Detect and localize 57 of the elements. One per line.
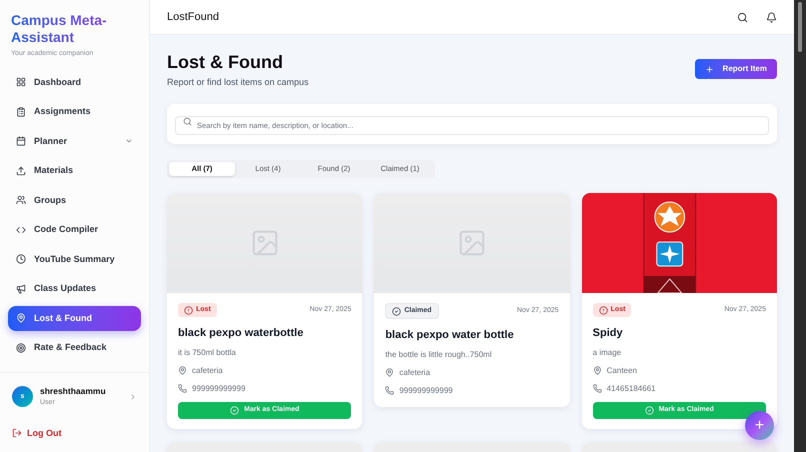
check-circle-icon bbox=[392, 306, 402, 316]
clipboard-icon bbox=[16, 106, 26, 117]
search-icon[interactable] bbox=[737, 12, 748, 22]
search-icon bbox=[183, 116, 192, 126]
check-circle-icon bbox=[644, 406, 654, 415]
location-icon bbox=[178, 366, 187, 376]
item-phone: 41465184661 bbox=[606, 382, 656, 395]
item-description: a image bbox=[592, 346, 622, 359]
nav-item[interactable]: Class Updates bbox=[8, 276, 141, 302]
location-icon bbox=[592, 366, 602, 376]
item-phone: 999999999999 bbox=[399, 384, 453, 397]
bell-icon[interactable] bbox=[766, 12, 777, 22]
item-location: cafeteria bbox=[399, 366, 430, 379]
nav-item[interactable]: Code Compiler bbox=[8, 217, 141, 242]
location-icon bbox=[385, 368, 394, 378]
item-description: the bottle is little rough..750ml bbox=[385, 348, 493, 361]
megaphone-icon bbox=[16, 284, 26, 294]
phone-icon bbox=[385, 386, 394, 396]
item-title: Spidy bbox=[592, 326, 624, 342]
scrollbar[interactable] bbox=[794, 0, 806, 452]
users-icon bbox=[16, 195, 26, 206]
item-location: cafeteria bbox=[192, 364, 223, 377]
phone-icon bbox=[592, 384, 602, 394]
item-title: black pexpo water bottle bbox=[385, 328, 515, 344]
phone-icon bbox=[178, 384, 187, 394]
item-title: black pexpo waterbottle bbox=[178, 326, 304, 342]
clock-icon bbox=[16, 254, 26, 264]
add-fab-button[interactable]: + bbox=[745, 411, 774, 440]
logout-button[interactable]: Log Out bbox=[12, 426, 62, 440]
chevron-right-icon bbox=[129, 392, 137, 401]
page-title: Lost & Found bbox=[167, 51, 284, 73]
nav-item[interactable]: Planner bbox=[8, 128, 141, 154]
upload-icon bbox=[16, 166, 26, 176]
nav-item[interactable]: Materials bbox=[8, 158, 141, 184]
alert-icon bbox=[184, 306, 193, 315]
logout-icon bbox=[12, 428, 22, 438]
item-description: it is 750ml bottla bbox=[178, 346, 237, 359]
nav-item[interactable]: Dashboard bbox=[8, 70, 141, 95]
nav-item[interactable]: Groups bbox=[8, 188, 141, 213]
plus-icon bbox=[704, 64, 714, 74]
nav-item[interactable]: YouTube Summary bbox=[8, 246, 141, 272]
item-location: Canteen bbox=[606, 364, 637, 377]
page-subtitle: Report or find lost items on campus bbox=[167, 76, 309, 89]
nav-item[interactable]: Assignments bbox=[8, 99, 141, 124]
alert-icon bbox=[598, 306, 608, 315]
check-circle-icon bbox=[230, 406, 240, 415]
nav-item[interactable]: Lost & Found bbox=[8, 306, 141, 331]
code-icon bbox=[16, 224, 26, 235]
grid-icon bbox=[16, 77, 26, 88]
page-header-title: LostFound bbox=[167, 10, 220, 25]
map-pin-icon bbox=[16, 313, 26, 324]
user-name: shreshthaammu bbox=[40, 385, 107, 398]
report-item-button[interactable]: Report Item bbox=[694, 59, 777, 79]
item-phone: 999999999999 bbox=[192, 382, 246, 395]
target-icon bbox=[16, 342, 26, 353]
nav-item[interactable]: Rate & Feedback bbox=[8, 335, 141, 360]
calendar-icon bbox=[16, 136, 26, 146]
